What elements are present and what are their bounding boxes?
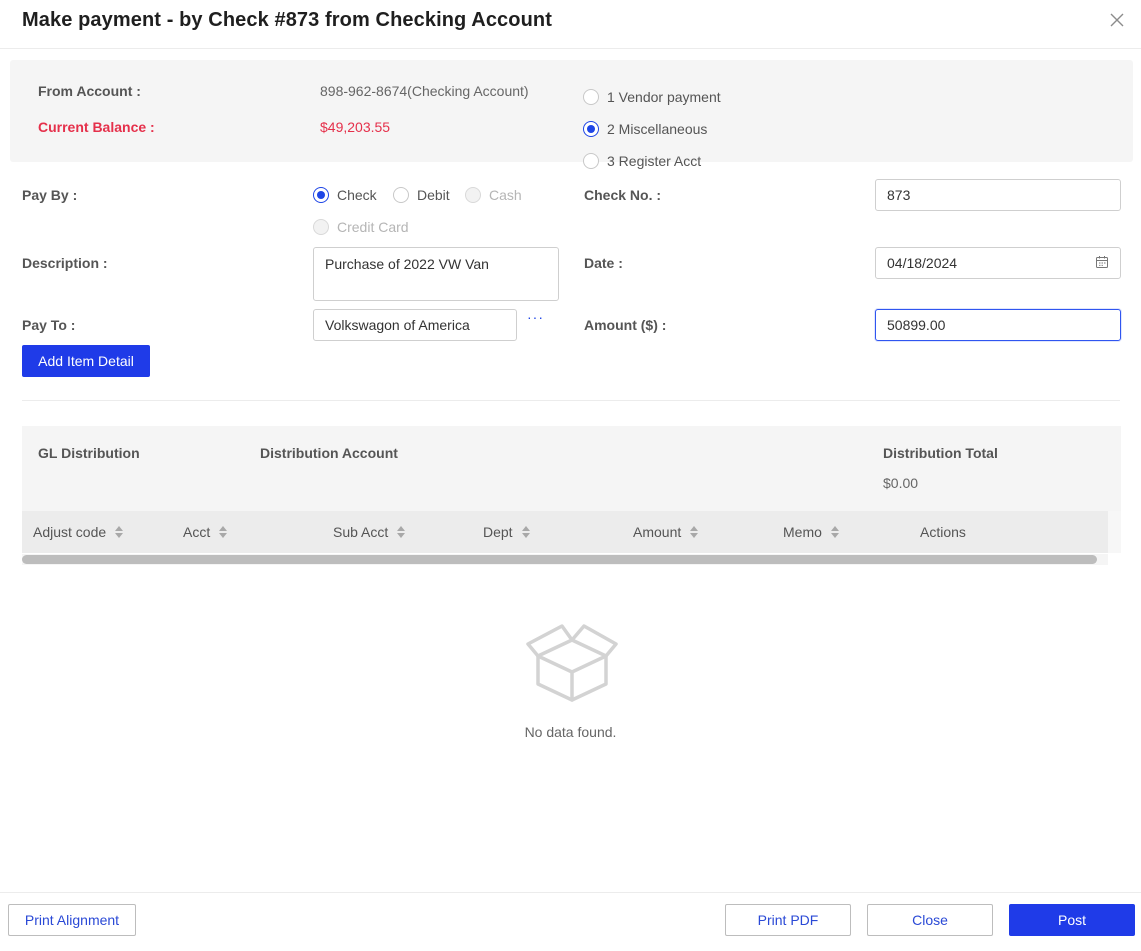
amount-input[interactable]: 50899.00 [875,309,1121,341]
from-account-value: 898-962-8674(Checking Account) [320,83,529,99]
print-alignment-button[interactable]: Print Alignment [8,904,136,936]
column-actions: Actions [920,511,966,553]
column-label: Adjust code [33,524,107,540]
column-label: Amount [633,524,682,540]
current-balance-value: $49,203.55 [320,119,391,135]
radio-label: 2 Miscellaneous [607,121,708,137]
sort-icon[interactable] [219,526,228,538]
column-label: Dept [483,524,513,540]
sort-icon[interactable] [690,526,699,538]
gl-distribution-panel [22,426,1121,512]
pay-to-more-icon[interactable]: ··· [527,309,544,325]
description-textarea[interactable]: Purchase of 2022 VW Van [313,247,559,301]
header-divider [0,48,1141,49]
dialog-title: Make payment - by Check #873 from Checki… [22,9,552,31]
radio-pay-debit[interactable]: Debit [393,187,450,203]
radio-label: Debit [417,187,450,203]
sort-icon[interactable] [521,526,530,538]
column-adjust-code[interactable]: Adjust code [33,511,124,553]
post-button[interactable]: Post [1009,904,1135,936]
gl-distribution-label: GL Distribution [38,445,140,461]
from-account-label: From Account : [38,83,141,99]
column-label: Sub Acct [333,524,389,540]
check-no-input[interactable]: 873 [875,179,1121,211]
radio-label: Cash [489,187,522,203]
description-label: Description : [22,255,108,271]
column-memo[interactable]: Memo [783,511,839,553]
column-dept[interactable]: Dept [483,511,530,553]
radio-circle [583,89,599,105]
radio-vendor-payment[interactable]: 1 Vendor payment [583,89,721,105]
sort-icon[interactable] [830,526,839,538]
account-summary-panel [10,60,1133,162]
distribution-total-value: $0.00 [883,475,919,491]
add-item-detail-button[interactable]: Add Item Detail [22,345,150,377]
date-value: 04/18/2024 [887,255,958,271]
calendar-icon[interactable] [1095,255,1109,272]
radio-circle [583,153,599,169]
close-button[interactable]: Close [867,904,993,936]
sort-icon[interactable] [397,526,406,538]
pay-to-label: Pay To : [22,317,76,333]
distribution-total-label: Distribution Total [883,445,998,461]
radio-circle-checked [583,121,599,137]
radio-label: 1 Vendor payment [607,89,721,105]
radio-circle [313,219,329,235]
column-sub-acct[interactable]: Sub Acct [333,511,406,553]
radio-pay-cash: Cash [465,187,522,203]
sort-icon[interactable] [115,526,124,538]
column-label: Acct [183,524,211,540]
empty-box-icon [526,618,618,706]
column-label: Actions [920,524,966,540]
pay-by-label: Pay By : [22,187,78,203]
date-label: Date : [584,255,623,271]
radio-register-acct[interactable]: 3 Register Acct [583,153,701,169]
distribution-account-label: Distribution Account [260,445,398,461]
radio-pay-check[interactable]: Check [313,187,377,203]
section-divider [22,400,1120,401]
radio-miscellaneous[interactable]: 2 Miscellaneous [583,121,707,137]
radio-circle [465,187,481,203]
print-pdf-button[interactable]: Print PDF [725,904,851,936]
radio-label: Credit Card [337,219,409,235]
amount-label: Amount ($) : [584,317,667,333]
radio-label: Check [337,187,377,203]
radio-circle [393,187,409,203]
column-label: Memo [783,524,822,540]
radio-pay-credit-card: Credit Card [313,219,409,235]
table-header-gutter [1108,511,1121,553]
pay-to-input[interactable]: Volkswagon of America [313,309,517,341]
radio-label: 3 Register Acct [607,153,702,169]
empty-state-text: No data found. [524,724,617,740]
current-balance-label: Current Balance : [38,119,155,135]
column-amount[interactable]: Amount [633,511,699,553]
radio-circle-checked [313,187,329,203]
check-no-label: Check No. : [584,187,662,203]
close-icon[interactable] [1106,9,1128,31]
column-acct[interactable]: Acct [183,511,228,553]
date-picker[interactable]: 04/18/2024 [875,247,1121,279]
horizontal-scrollbar-thumb[interactable] [22,555,1097,564]
footer-divider [0,892,1141,893]
